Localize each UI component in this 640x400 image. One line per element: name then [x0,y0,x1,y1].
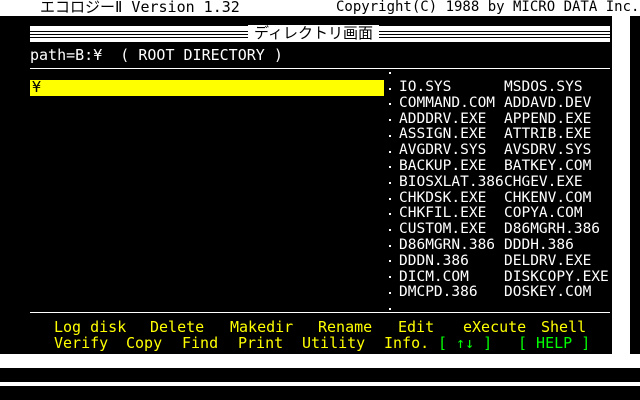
tree-item-label: ¥ [32,78,42,96]
file-entry[interactable]: COPYA.COM [504,205,583,221]
help-button[interactable]: [ HELP ] [518,335,590,351]
command-info[interactable]: Info. [384,335,429,351]
file-entry[interactable]: BIOSXLAT.386 [399,174,504,190]
file-entry[interactable]: COMMAND.COM [399,95,495,111]
file-entry[interactable]: APPEND.EXE [504,111,591,127]
separator-dot [389,72,391,74]
file-entry[interactable]: DDDH.386 [504,237,574,253]
app-title: エコロジーⅡ Version 1.32 [40,0,240,16]
window-title: ディレクトリ画面 [248,25,379,42]
file-entry[interactable]: AVSDRV.SYS [504,142,591,158]
copyright-notice: Copyright(C) 1988 by MICRO DATA Inc. [336,0,640,15]
separator-dot [389,134,391,137]
separator-dot [389,291,391,294]
command-delete[interactable]: Delete [150,319,204,335]
command-shell[interactable]: Shell [541,319,586,335]
command-log-disk[interactable]: Log disk [54,319,126,335]
path-divider [30,68,610,69]
command-find[interactable]: Find [182,335,218,351]
separator-dot [389,260,391,263]
screen-right-edge [630,16,640,354]
command-copy[interactable]: Copy [126,335,162,351]
separator-dot [389,276,391,279]
file-entry[interactable]: CHKFIL.EXE [399,205,486,221]
file-entry[interactable]: ADDAVD.DEV [504,95,591,111]
file-entry[interactable]: MSDOS.SYS [504,79,583,95]
file-entry[interactable]: CHKDSK.EXE [399,190,486,206]
separator-dot [389,181,391,184]
command-divider [30,312,610,313]
file-entry[interactable]: D86MGRH.386 [504,221,600,237]
separator-dot [389,244,391,247]
separator-dot [389,166,391,169]
command-execute[interactable]: eXecute [463,319,526,335]
file-entry[interactable]: ATTRIB.EXE [504,126,591,142]
separator-dot [389,150,391,153]
file-entry[interactable]: IO.SYS [399,79,451,95]
file-entry[interactable]: DOSKEY.COM [504,284,591,300]
file-entry[interactable]: CHGEV.EXE [504,174,583,190]
current-path: path=B:¥ ( ROOT DIRECTORY ) [30,46,283,64]
file-entry[interactable]: AVGDRV.SYS [399,142,486,158]
file-entry[interactable]: CUSTOM.EXE [399,221,486,237]
file-entry[interactable]: ASSIGN.EXE [399,126,486,142]
separator-dot [389,229,391,231]
command-utility[interactable]: Utility [302,335,365,351]
separator-dot [389,197,391,200]
file-entry[interactable]: BATKEY.COM [504,158,591,174]
file-entry[interactable]: CHKENV.COM [504,190,591,206]
file-entry[interactable]: DELDRV.EXE [504,253,591,269]
screen-bottom-line [0,382,640,386]
command-makedir[interactable]: Makedir [230,319,293,335]
window-bottom-border [0,354,640,368]
arrow-keys-hint[interactable]: [ ↑↓ ] [438,335,492,351]
separator-dot [389,307,391,310]
separator-dot [389,119,391,122]
separator-dot [389,213,391,216]
tree-item-root-selected[interactable] [30,80,384,96]
file-entry[interactable]: BACKUP.EXE [399,158,486,174]
file-entry[interactable]: D86MGRN.386 [399,237,495,253]
file-entry[interactable]: ADDDRV.EXE [399,111,486,127]
file-entry[interactable]: DICM.COM [399,269,469,285]
command-print[interactable]: Print [238,335,283,351]
file-entry[interactable]: DISKCOPY.EXE [504,269,609,285]
command-rename[interactable]: Rename [318,319,372,335]
command-verify[interactable]: Verify [54,335,108,351]
file-entry[interactable]: DDDN.386 [399,253,469,269]
file-entry[interactable]: DMCPD.386 [399,284,478,300]
command-edit[interactable]: Edit [398,319,434,335]
separator-dot [389,87,391,90]
separator-dot [389,103,391,106]
directory-tree-panel[interactable] [30,78,384,310]
